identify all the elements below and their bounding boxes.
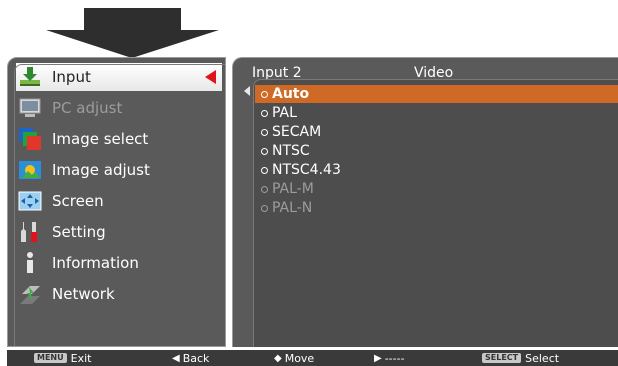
move-label: Move [284,351,315,365]
back-hint: ◀ Back [172,350,209,366]
option-label: NTSC4.43 [272,162,341,178]
menu-item-pc-adjust[interactable]: PC adjust [16,94,222,122]
input-submenu: Input 2 Video Auto PAL SECAM NTSC NTSC4.… [232,57,618,347]
option-label: PAL [272,105,297,121]
menu-label: Network [52,285,115,303]
menu-item-information[interactable]: Information [16,249,222,277]
back-label: Back [182,351,210,365]
input-icon [18,65,42,89]
left-arrow-icon: ◀ [172,352,180,364]
next-hint: ▶ ----- [374,350,405,366]
image-adjust-icon [18,158,42,182]
option-label: PAL-N [272,200,313,216]
menu-label: Input [52,68,91,86]
menu-item-screen[interactable]: Screen [16,187,222,215]
menu-item-input[interactable]: Input [16,63,222,91]
network-icon [18,282,42,306]
select-key-icon: SELECT [482,353,522,363]
radio-icon [261,166,268,174]
menu-label: Image select [52,130,149,148]
menu-label: PC adjust [52,99,123,117]
menu-item-image-select[interactable]: Image select [16,125,222,153]
radio-icon [261,90,268,98]
up-down-arrow-icon: ◆ [274,352,282,364]
exit-label: Exit [70,351,92,365]
menu-item-setting[interactable]: Setting [16,218,222,246]
main-menu: Input PC adjust Image select Image adjus… [7,57,226,347]
setting-icon [18,220,42,244]
next-label: ----- [384,351,405,365]
radio-icon [261,147,268,155]
radio-icon [261,185,268,193]
radio-icon [261,128,268,136]
menu-label: Setting [52,223,106,241]
option-pal-n: PAL-N [257,199,618,217]
menu-item-network[interactable]: Network [16,280,222,308]
select-label: Select [525,351,560,365]
guide-bar: MENU Exit ◀ Back ◆ Move ▶ ----- SELECT S… [7,350,618,366]
screen-icon [18,189,42,213]
radio-icon [261,204,268,212]
pc-adjust-icon [18,96,42,120]
select-hint: SELECT Select [482,350,559,366]
down-arrow-icon [46,8,219,58]
back-pointer-icon [244,86,250,96]
option-label: NTSC [272,143,310,159]
option-ntsc[interactable]: NTSC [257,142,618,160]
option-pal-m: PAL-M [257,180,618,198]
option-label: Auto [272,86,310,102]
menu-label: Image adjust [52,161,150,179]
menu-label: Screen [52,192,104,210]
option-label: PAL-M [272,181,314,197]
right-arrow-icon: ▶ [374,352,382,364]
option-label: SECAM [272,124,322,140]
menu-key-icon: MENU [34,353,67,363]
image-select-icon [18,127,42,151]
radio-icon [261,109,268,117]
menu-item-image-adjust[interactable]: Image adjust [16,156,222,184]
menu-label: Information [52,254,139,272]
option-ntsc443[interactable]: NTSC4.43 [257,161,618,179]
selection-pointer-icon [205,70,216,84]
option-pal[interactable]: PAL [257,104,618,122]
option-auto[interactable]: Auto [255,85,618,103]
exit-hint: MENU Exit [34,350,91,366]
information-icon [18,251,42,275]
option-secam[interactable]: SECAM [257,123,618,141]
move-hint: ◆ Move [274,350,314,366]
